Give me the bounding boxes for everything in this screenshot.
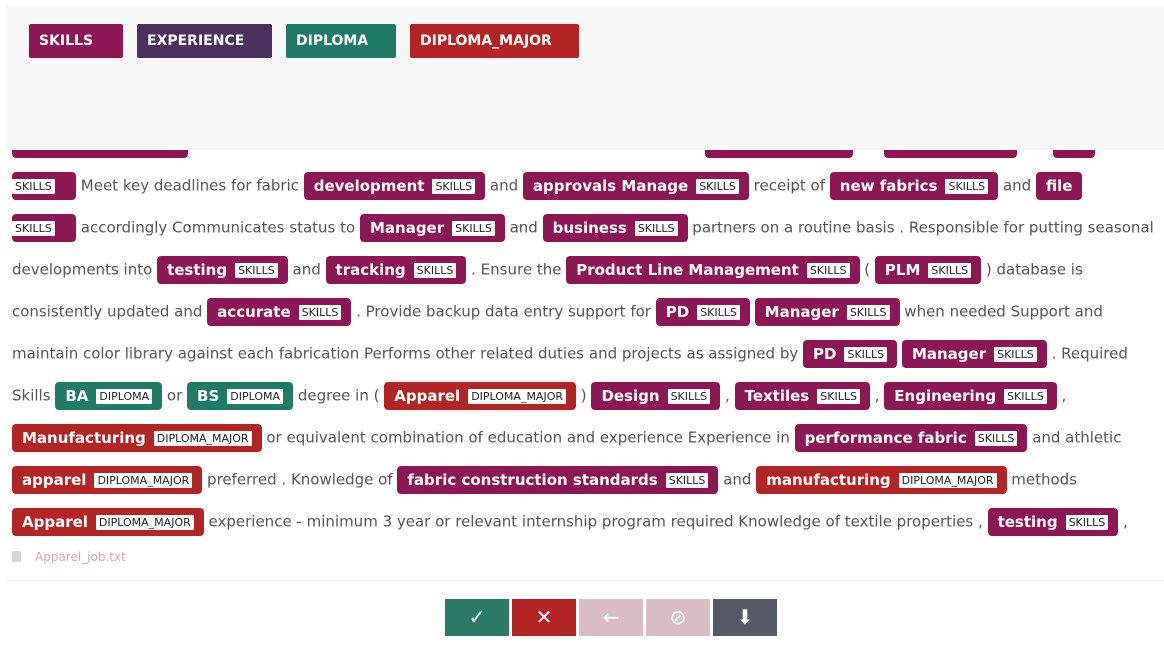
entity-diploma[interactable]: BS DIPLOMA xyxy=(187,381,294,410)
entity-skills[interactable]: accurate SKILLS xyxy=(207,297,352,326)
entity-skills[interactable]: PD SKILLS xyxy=(803,339,898,368)
entity-skills[interactable]: approvals Manage SKILLS xyxy=(522,171,749,200)
entity-skills[interactable]: business SKILLS xyxy=(542,213,688,242)
label-experience-button[interactable]: EXPERIENCE xyxy=(137,24,272,58)
back-button[interactable]: ← xyxy=(579,599,643,636)
text-line-9: Apparel DIPLOMA_MAJOR experience - minimu… xyxy=(12,506,1128,536)
text-line-6: Skills BA DIPLOMA or BS DIPLOMA degree in … xyxy=(12,380,1066,410)
clipped-previous-line xyxy=(6,150,1164,159)
entity-skills[interactable]: testing SKILLS xyxy=(987,507,1119,536)
divider xyxy=(6,580,1164,581)
close-icon: ✕ xyxy=(535,605,553,629)
arrow-left-icon: ← xyxy=(602,605,620,629)
entity-diploma[interactable]: BA DIPLOMA xyxy=(55,381,163,410)
file-icon xyxy=(12,551,21,562)
label-skills-button[interactable]: SKILLS xyxy=(29,24,123,58)
label-diploma-button[interactable]: DIPLOMA xyxy=(286,24,396,58)
entity-skills[interactable]: Product Line Management SKILLS xyxy=(566,255,860,284)
check-icon: ✓ xyxy=(468,605,486,629)
entity-skills[interactable]: PLM SKILLS xyxy=(874,255,982,284)
text-line-3: developments into testing SKILLS and trac… xyxy=(12,254,1083,284)
save-button[interactable]: ⬇ xyxy=(713,599,777,636)
entity-diploma-major[interactable]: Manufacturing DIPLOMA_MAJOR xyxy=(12,423,262,452)
entity-skills[interactable]: Textiles SKILLS xyxy=(734,381,870,410)
entity-skills[interactable]: file xyxy=(1035,171,1083,200)
label-diploma-major-button[interactable]: DIPLOMA_MAJOR xyxy=(410,24,579,58)
entity-skills[interactable]: Manager SKILLS xyxy=(754,297,900,326)
save-icon: ⬇ xyxy=(736,605,754,629)
entity-skills[interactable]: Engineering SKILLS xyxy=(884,381,1057,410)
skip-button[interactable]: ⊘ xyxy=(646,599,710,636)
text-line-5: maintain color library against each fabr… xyxy=(12,338,1128,368)
text-line-4: consistently updated and accurate SKILLS … xyxy=(12,296,1103,326)
entity-skills[interactable]: development SKILLS xyxy=(303,171,486,200)
entity-diploma-major[interactable]: apparel DIPLOMA_MAJOR xyxy=(12,465,203,494)
entity-skills[interactable]: fabric construction standards SKILLS xyxy=(397,465,719,494)
entity-skills[interactable]: PD SKILLS xyxy=(655,297,750,326)
entity-skills[interactable]: tracking SKILLS xyxy=(325,255,467,284)
annotation-text-area: SKILLS Meet key deadlines for fabric dev… xyxy=(6,150,1164,580)
file-name-row: Apparel_job.txt xyxy=(12,550,126,564)
entity-skills[interactable]: performance fabric SKILLS xyxy=(794,423,1028,452)
entity-skills[interactable]: Manager SKILLS xyxy=(901,339,1047,368)
entity-skills[interactable]: Design SKILLS xyxy=(591,381,721,410)
file-name: Apparel_job.txt xyxy=(35,550,126,564)
block-icon: ⊘ xyxy=(669,605,687,629)
text-line-1: SKILLS Meet key deadlines for fabric dev… xyxy=(12,170,1083,200)
entity-skills[interactable]: Manager SKILLS xyxy=(359,213,505,242)
entity-skills[interactable]: new fabrics SKILLS xyxy=(829,171,999,200)
text-line-7: Manufacturing DIPLOMA_MAJOR or equivalent… xyxy=(12,422,1121,452)
entity-diploma-major[interactable]: Apparel DIPLOMA_MAJOR xyxy=(12,507,204,536)
reject-button[interactable]: ✕ xyxy=(512,599,576,636)
entity-skills[interactable]: testing SKILLS xyxy=(157,255,288,284)
entity-skills[interactable]: SKILLS xyxy=(12,213,76,242)
accept-button[interactable]: ✓ xyxy=(445,599,509,636)
entity-skills[interactable]: SKILLS xyxy=(12,171,76,200)
text-line-8: apparel DIPLOMA_MAJOR preferred . Knowled… xyxy=(12,464,1077,494)
entity-diploma-major[interactable]: Apparel DIPLOMA_MAJOR xyxy=(384,381,577,410)
text-line-2: SKILLS accordingly Communicates status t… xyxy=(12,212,1154,242)
entity-diploma-major[interactable]: manufacturing DIPLOMA_MAJOR xyxy=(756,465,1007,494)
